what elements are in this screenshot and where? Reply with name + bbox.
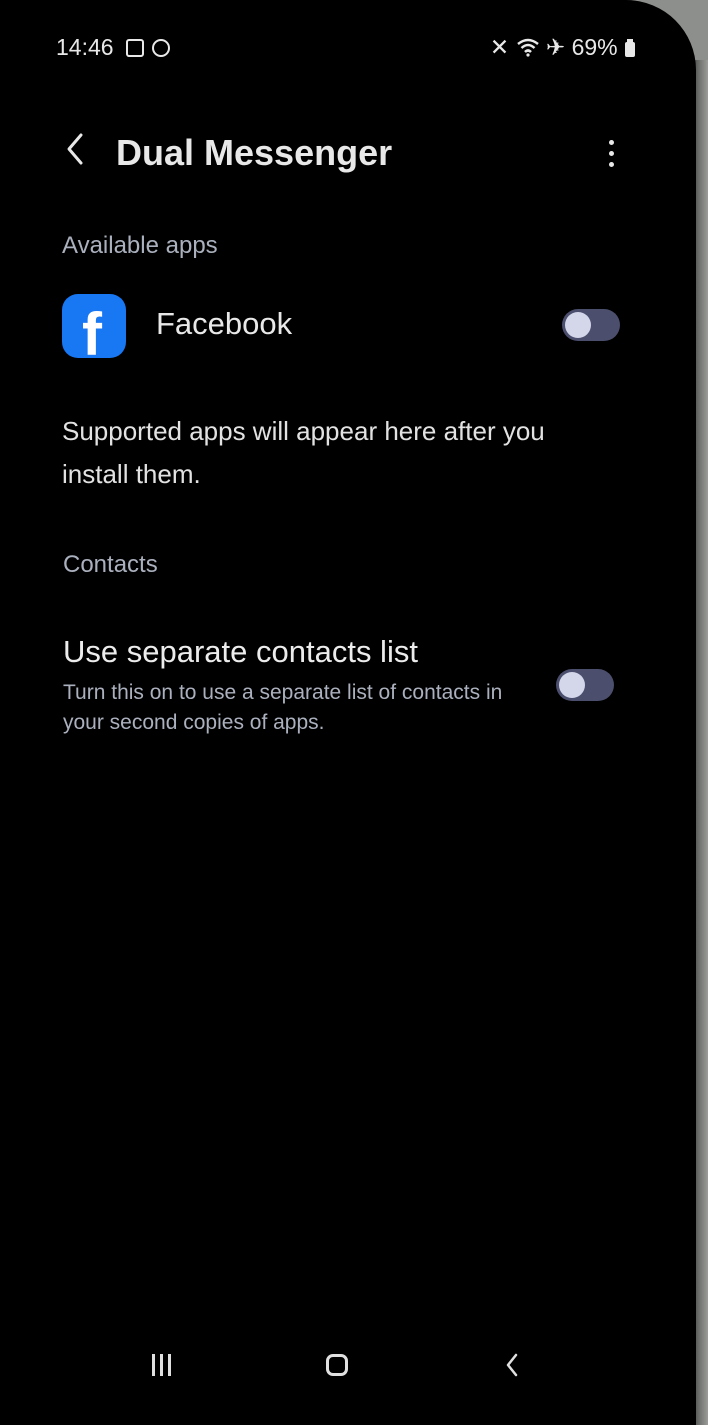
back-button[interactable]: [56, 113, 93, 184]
more-options-button[interactable]: [594, 117, 628, 189]
supported-apps-note: Supported apps will appear here after yo…: [62, 416, 545, 489]
separate-contacts-title: Use separate contacts list: [63, 634, 418, 669]
toggle-knob: [559, 672, 585, 698]
app-toggle-row-facebook[interactable]: f Facebook: [48, 286, 636, 366]
back-icon: [506, 1353, 518, 1377]
facebook-icon: f: [62, 294, 126, 358]
status-right: ✕ ✈ 69%: [490, 34, 636, 61]
separate-contacts-subtitle: Turn this on to use a separate list of c…: [63, 681, 503, 734]
app-label-facebook: Facebook: [156, 306, 293, 341]
toggle-knob: [565, 312, 591, 338]
facebook-toggle-switch[interactable]: [562, 309, 620, 341]
separate-contacts-row[interactable]: Use separate contacts list Turn this on …: [52, 624, 644, 752]
status-bar: 14:46 ✕ ✈ 69%: [56, 32, 636, 66]
status-notification-icons: [126, 34, 170, 61]
wifi-icon: [516, 38, 539, 57]
airplane-icon: ✈: [545, 34, 566, 60]
status-time: 14:46: [56, 34, 114, 60]
navigation-bar: [0, 1320, 696, 1410]
battery-icon: [625, 39, 635, 57]
phone-screen: 14:46 ✕ ✈ 69% Dual Messenger Available a…: [0, 0, 696, 1425]
home-button[interactable]: [312, 1334, 362, 1396]
section-header-available-apps: Available apps: [62, 232, 218, 259]
nav-back-button[interactable]: [487, 1334, 537, 1396]
recents-button[interactable]: [136, 1334, 186, 1396]
recents-icon: [151, 1354, 171, 1376]
more-vertical-icon: [608, 139, 614, 167]
circle-icon: [152, 39, 170, 57]
page-title: Dual Messenger: [116, 132, 393, 173]
separate-contacts-toggle-switch[interactable]: [556, 669, 614, 701]
battery-percent: 69%: [571, 34, 618, 60]
mute-icon: ✕: [489, 34, 510, 60]
section-header-contacts: Contacts: [63, 551, 158, 578]
checkbox-icon: [126, 39, 144, 57]
home-icon: [326, 1354, 348, 1376]
chevron-left-icon: [67, 133, 82, 164]
